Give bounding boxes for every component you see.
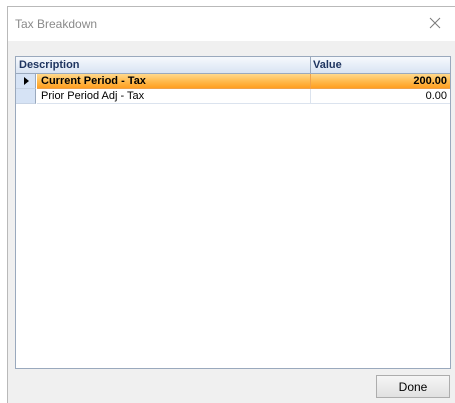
row-indicator[interactable] (16, 89, 36, 104)
value-cell[interactable]: 0.00 (311, 89, 450, 104)
tax-breakdown-grid[interactable]: Description Value Current Period - Tax 2… (15, 56, 451, 369)
description-cell[interactable]: Current Period - Tax (37, 74, 311, 89)
done-button[interactable]: Done (376, 375, 450, 398)
description-cell[interactable]: Prior Period Adj - Tax (37, 89, 311, 104)
value-cell[interactable]: 200.00 (311, 74, 450, 89)
close-icon (429, 17, 441, 29)
table-row[interactable]: Prior Period Adj - Tax 0.00 (16, 89, 450, 104)
table-row[interactable]: Current Period - Tax 200.00 (16, 74, 450, 89)
dialog-title: Tax Breakdown (15, 17, 98, 31)
column-header-description[interactable]: Description (16, 57, 311, 73)
grid-header: Description Value (16, 57, 450, 74)
title-bar: Tax Breakdown (8, 7, 455, 41)
current-row-arrow-icon (24, 77, 29, 85)
tax-breakdown-dialog: Tax Breakdown Description Value Current … (7, 6, 455, 403)
close-button[interactable] (415, 7, 455, 39)
column-header-value[interactable]: Value (311, 57, 450, 73)
row-indicator[interactable] (16, 74, 36, 89)
